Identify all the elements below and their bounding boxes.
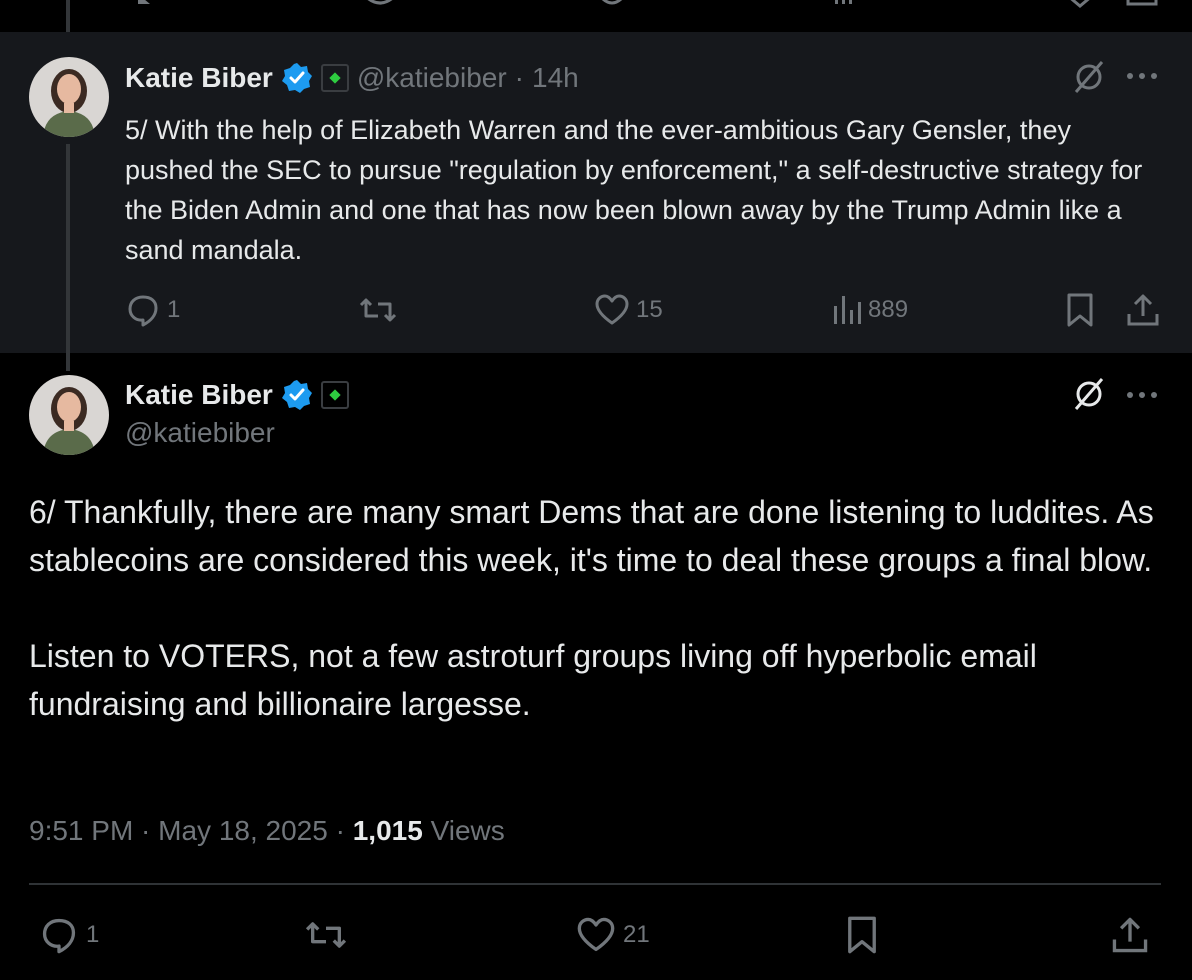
- avatar-image: [29, 375, 109, 455]
- repost-button[interactable]: [303, 915, 349, 955]
- grok-icon[interactable]: [1072, 60, 1106, 94]
- timestamp[interactable]: 9:51 PM · May 18, 2025 ·: [29, 815, 353, 846]
- share-button[interactable]: [1125, 292, 1161, 328]
- reply-icon: [128, 295, 158, 327]
- like-button[interactable]: 21: [575, 915, 650, 955]
- tweet-text: 6/ Thankfully, there are many smart Dems…: [29, 488, 1169, 728]
- tweet-paragraph-1: 6/ Thankfully, there are many smart Dems…: [29, 494, 1154, 578]
- government-affiliation-icon[interactable]: [320, 381, 349, 409]
- reply-button[interactable]: 1: [38, 915, 99, 955]
- share-button[interactable]: [1110, 915, 1150, 955]
- more-icon[interactable]: [1126, 391, 1158, 399]
- government-affiliation-icon[interactable]: [320, 64, 349, 92]
- views-label: Views: [422, 815, 505, 846]
- avatar-image: [29, 57, 109, 137]
- more-icon[interactable]: [1126, 72, 1158, 80]
- tweet-paragraph-2: Listen to VOTERS, not a few astroturf gr…: [29, 638, 1037, 722]
- like-button[interactable]: 15: [594, 292, 663, 328]
- bookmark-button[interactable]: [1064, 292, 1096, 328]
- share-icon: [1112, 917, 1148, 953]
- divider: [29, 883, 1161, 885]
- share-icon: [1127, 294, 1159, 326]
- repost-button[interactable]: [358, 292, 398, 328]
- repost-icon: [305, 922, 347, 948]
- views-count: 1,015: [352, 815, 423, 846]
- bookmark-icon: [1067, 293, 1093, 327]
- verified-badge-icon[interactable]: [281, 62, 313, 94]
- reply-count: 1: [86, 921, 100, 948]
- tweet-meta: 9:51 PM · May 18, 2025 · 1,015 Views: [29, 815, 505, 847]
- views-button[interactable]: 889: [832, 292, 908, 328]
- time-ago[interactable]: 14h: [532, 62, 579, 94]
- tweet-5[interactable]: Katie Biber @katiebiber · 14h 5/ With th…: [0, 32, 1192, 353]
- reply-button[interactable]: 1: [125, 292, 180, 328]
- thread-line: [66, 144, 70, 353]
- views-icon: [834, 296, 861, 324]
- bookmark-button[interactable]: [844, 915, 880, 955]
- views-count: 889: [868, 296, 909, 323]
- grok-icon[interactable]: [1072, 377, 1106, 411]
- reply-count: 1: [167, 296, 181, 323]
- verified-badge-icon[interactable]: [281, 379, 313, 411]
- like-icon: [577, 917, 615, 952]
- thread-line: [66, 353, 70, 371]
- author-handle[interactable]: @katiebiber: [357, 62, 507, 94]
- author-handle[interactable]: @katiebiber: [125, 417, 275, 449]
- repost-icon: [359, 298, 397, 322]
- avatar[interactable]: [29, 57, 109, 137]
- like-count: 15: [636, 296, 663, 323]
- tweet-header: Katie Biber: [125, 375, 349, 415]
- tweet-6: Katie Biber @katiebiber 6/ Thankfully, t…: [0, 353, 1192, 980]
- tweet-header: Katie Biber @katiebiber · 14h: [125, 58, 579, 98]
- avatar[interactable]: [29, 375, 109, 455]
- author-name[interactable]: Katie Biber: [125, 62, 273, 94]
- tweet-text: 5/ With the help of Elizabeth Warren and…: [125, 115, 1143, 265]
- like-icon: [595, 294, 629, 325]
- like-count: 21: [623, 921, 650, 948]
- bookmark-icon: [848, 916, 876, 954]
- reply-icon: [42, 918, 76, 954]
- separator: ·: [514, 62, 524, 93]
- previous-tweet-actions: [0, 0, 1192, 32]
- previous-tweet-action-icons: [138, 0, 1158, 8]
- author-name[interactable]: Katie Biber: [125, 379, 273, 411]
